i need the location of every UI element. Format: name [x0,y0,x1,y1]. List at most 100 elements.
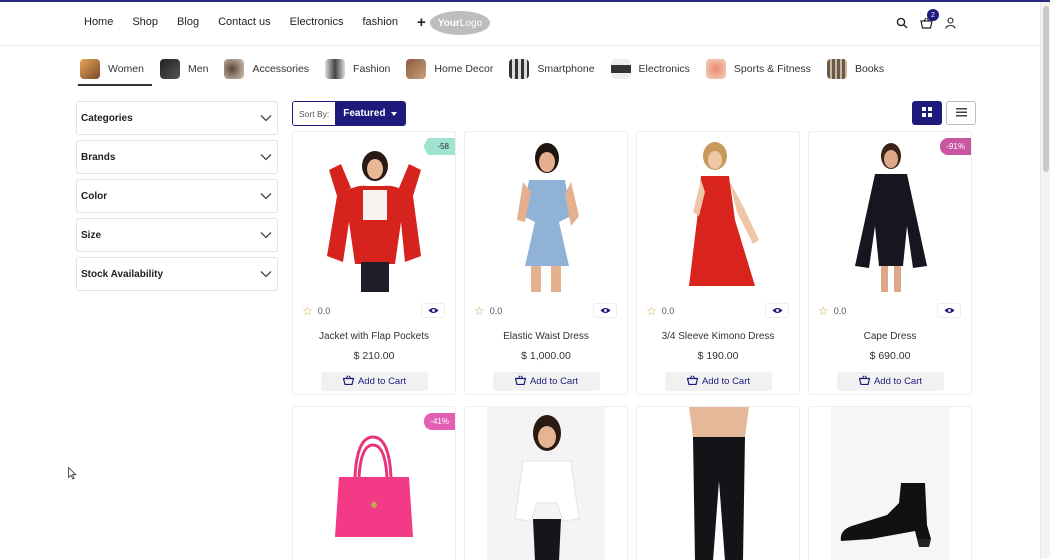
logo-text-bold: Your [437,17,460,29]
nav-contact[interactable]: Contact us [218,16,271,28]
tab-home-decor[interactable]: Home Decor [404,54,501,86]
product-card[interactable] [636,406,800,560]
sort-value-text: Featured [343,108,386,119]
product-image-white-shirt[interactable] [487,407,605,560]
quick-view-eye-icon[interactable] [593,303,617,318]
product-image-cape-dress[interactable] [831,136,949,294]
nav-fashion[interactable]: fashion [362,16,397,28]
product-image-red-jacket[interactable] [315,136,433,294]
sports-fitness-category-thumbnail [705,59,726,79]
product-rating: ☆ 0.0 [302,305,330,317]
list-view-button[interactable] [946,101,976,125]
nav-electronics[interactable]: Electronics [290,16,344,28]
nav-blog[interactable]: Blog [177,16,199,28]
home-decor-category-thumbnail [406,59,427,79]
main-nav: Home Shop Blog Contact us Electronics fa… [84,15,442,30]
product-card[interactable]: ☆ 0.0 3/4 Sleeve Kimono Dress $ 190.00 A… [636,131,800,395]
discount-tag: -41% [424,413,455,430]
add-to-cart-button[interactable]: Add to Cart [321,372,428,391]
sort-label: Sort By: [293,102,336,125]
tab-men[interactable]: Men [158,54,216,86]
product-name[interactable]: Jacket with Flap Pockets [293,331,455,342]
page-scrollbar[interactable] [1040,2,1050,558]
filter-title: Color [81,190,108,202]
sort-selected-value[interactable]: Featured [335,102,406,125]
chevron-down-icon [260,187,272,205]
product-card[interactable]: -91% ☆ 0.0 Cape Dress $ 690.00 Add to Ca… [808,131,972,395]
basket-icon [858,375,874,388]
nav-shop[interactable]: Shop [132,16,158,28]
product-card[interactable] [808,406,972,560]
tab-label: Home Decor [434,63,494,75]
fashion-category-thumbnail [325,59,346,79]
add-to-cart-button[interactable]: Add to Cart [665,372,772,391]
grid-view-button[interactable] [912,101,942,125]
basket-icon [514,375,530,388]
tab-sports-fitness[interactable]: Sports & Fitness [704,54,819,86]
discount-tag: -58 [423,138,455,155]
view-toggle [908,101,976,125]
filter-size[interactable]: Size [76,218,278,252]
product-name[interactable]: Cape Dress [809,331,971,342]
product-card[interactable]: -58 ☆ 0.0 Jacket with Flap Pockets $ 210… [292,131,456,395]
filter-title: Brands [81,151,116,163]
search-icon[interactable] [894,15,910,31]
nav-home[interactable]: Home [84,16,113,28]
product-image-pink-tote-bag[interactable] [315,411,433,560]
product-price: $ 190.00 [697,350,739,362]
cart-count-badge: 2 [927,9,939,21]
product-card[interactable]: -41% [292,406,456,560]
tab-fashion[interactable]: Fashion [323,54,398,86]
quick-view-eye-icon[interactable] [421,303,445,318]
product-rating: ☆ 0.0 [818,305,846,317]
cart-icon[interactable]: 2 [918,9,939,31]
accessories-category-thumbnail [224,59,245,79]
rating-value: 0.0 [833,306,847,316]
filter-stock-availability[interactable]: Stock Availability [76,257,278,291]
product-image-blue-dress[interactable] [487,136,605,294]
filter-brands[interactable]: Brands [76,140,278,174]
tab-label: Sports & Fitness [733,63,811,75]
filter-sidebar: Categories Brands Color Size Stock Avail… [76,101,278,296]
chevron-down-icon [260,226,272,244]
add-to-cart-button[interactable]: Add to Cart [837,372,944,391]
rating-value: 0.0 [661,306,675,316]
product-rating: ☆ 0.0 [474,305,502,317]
quick-view-eye-icon[interactable] [765,303,789,318]
add-to-cart-button[interactable]: Add to Cart [493,372,600,391]
tab-women[interactable]: Women [78,54,152,86]
filter-title: Categories [81,112,133,124]
tab-label: Electronics [638,63,690,75]
scrollbar-thumb[interactable] [1043,6,1049,172]
chevron-down-icon [260,148,272,166]
tab-books[interactable]: Books [825,54,892,86]
product-image-red-kimono-dress[interactable] [659,136,777,294]
user-icon[interactable] [942,15,958,31]
quick-view-eye-icon[interactable] [937,303,961,318]
tab-label: Fashion [353,63,391,75]
product-card[interactable] [464,406,628,560]
product-card[interactable]: ☆ 0.0 Elastic Waist Dress $ 1,000.00 Add… [464,131,628,395]
rating-value: 0.0 [489,306,503,316]
filter-categories[interactable]: Categories [76,101,278,135]
basket-icon [342,375,358,388]
product-image-black-trousers[interactable] [659,407,777,560]
product-name[interactable]: 3/4 Sleeve Kimono Dress [637,331,799,342]
discount-tag: -91% [940,138,971,155]
nav-more-plus-icon[interactable]: + [417,15,426,30]
filter-color[interactable]: Color [76,179,278,213]
product-image-ankle-boot[interactable] [831,407,949,560]
list-icon [955,104,967,122]
tab-electronics[interactable]: Electronics [609,54,698,86]
chevron-down-icon [260,265,272,283]
tab-accessories[interactable]: Accessories [222,54,317,86]
tab-smartphone[interactable]: Smartphone [507,54,602,86]
sort-dropdown[interactable]: Sort By: Featured [292,101,407,126]
add-to-cart-label: Add to Cart [529,376,579,387]
women-category-thumbnail [80,59,100,79]
product-price: $ 210.00 [353,350,395,362]
tab-label: Women [108,63,144,75]
product-name[interactable]: Elastic Waist Dress [465,331,627,342]
site-logo[interactable]: Your Logo [430,11,490,35]
header-actions: 2 [886,9,958,31]
